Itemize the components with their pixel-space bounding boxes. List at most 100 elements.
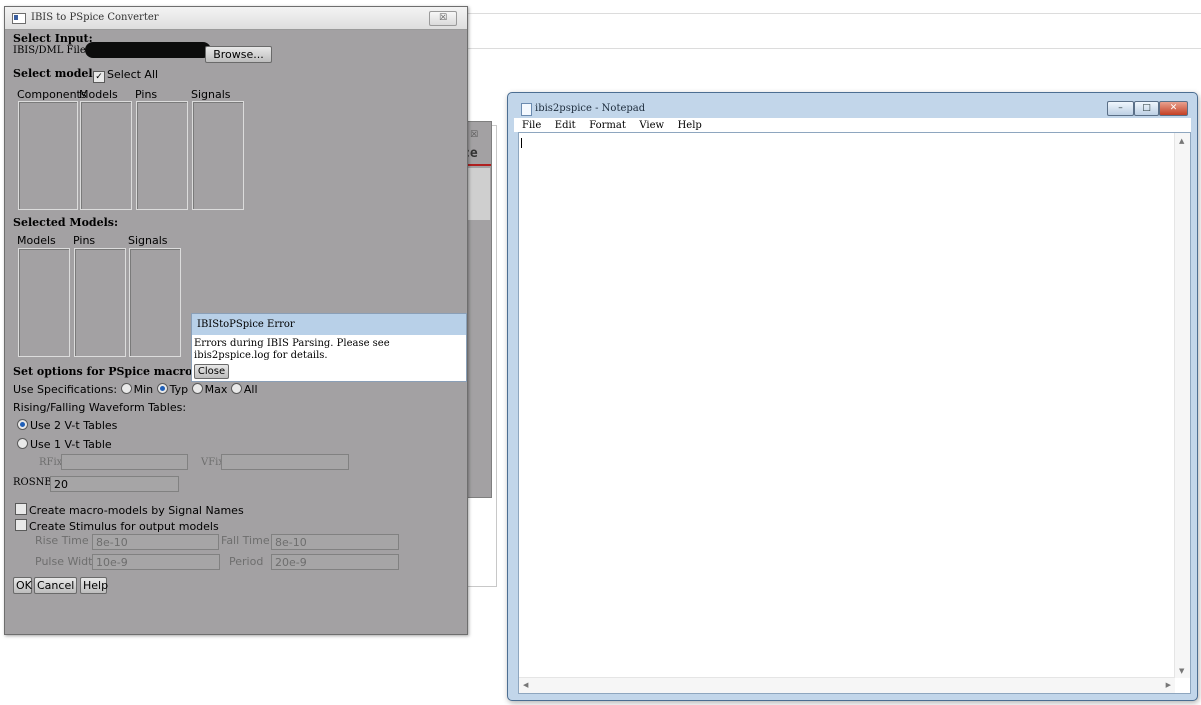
create-by-signal-label: Create macro-models by Signal Names: [29, 504, 244, 517]
radio-icon: [230, 383, 242, 394]
checkbox-icon: [15, 519, 27, 531]
spec-typ-label: Typ: [169, 383, 189, 396]
notepad-title-bar: ibis2pspice - Notepad – □ ✕: [508, 93, 1197, 117]
error-close-button[interactable]: Close: [194, 364, 229, 379]
select-input-header: Select Input:: [13, 32, 93, 45]
options-header: Set options for PSpice macro-mo: [13, 365, 216, 378]
use-specifications-row: Use Specifications: Min Typ Max All: [13, 383, 258, 396]
scroll-left-icon[interactable]: ◀: [523, 681, 528, 689]
selected-signals-list[interactable]: [129, 248, 181, 357]
notepad-text-area[interactable]: ▲ ▼ ◀ ▶: [518, 132, 1191, 694]
select-models-header: Select models:: [13, 67, 103, 80]
menu-format[interactable]: Format: [589, 119, 626, 133]
selected-pins-column-header: Pins: [73, 234, 96, 247]
radio-selected-icon: [17, 419, 28, 430]
browse-button[interactable]: Browse...: [205, 46, 272, 63]
spec-min-label: Min: [133, 383, 154, 396]
selected-models-header: Selected Models:: [13, 216, 119, 229]
fall-time-input[interactable]: 8e-10: [271, 534, 399, 550]
radio-icon: [191, 383, 203, 394]
signals-column-header: Signals: [191, 88, 231, 101]
pins-list[interactable]: [136, 101, 188, 210]
pulse-width-label: Pulse Width: [35, 555, 100, 568]
fall-time-label: Fall Time: [221, 534, 270, 547]
period-label: Period: [229, 555, 264, 568]
checkbox-icon: [15, 503, 27, 515]
ibis-title-bar: IBIS to PSpice Converter ☒: [5, 7, 467, 30]
rosnb-label: ROSNB: [13, 477, 52, 488]
text-caret: [521, 138, 522, 148]
scroll-up-icon[interactable]: ▲: [1179, 137, 1184, 145]
select-all-label: Select All: [107, 68, 159, 81]
menu-help[interactable]: Help: [678, 119, 702, 133]
select-all-checkbox[interactable]: ✓ Select All: [93, 68, 158, 83]
cancel-button[interactable]: Cancel: [34, 577, 77, 594]
notepad-title: ibis2pspice - Notepad: [535, 103, 646, 114]
selected-signals-column-header: Signals: [128, 234, 168, 247]
waveform-tables-label: Rising/Falling Waveform Tables:: [13, 401, 187, 414]
components-column-header: Components: [17, 88, 87, 101]
background-separator: [466, 48, 1201, 49]
radio-selected-icon: [156, 383, 168, 394]
checkbox-checked-icon: ✓: [93, 71, 105, 83]
spec-all-radio[interactable]: All: [230, 383, 258, 396]
models-list[interactable]: [80, 101, 132, 210]
components-list[interactable]: [18, 101, 78, 210]
create-stimulus-label: Create Stimulus for output models: [29, 520, 219, 533]
rosnb-input[interactable]: 20: [50, 476, 179, 492]
pulse-width-input[interactable]: 10e-9: [92, 554, 220, 570]
use-2-vt-tables-radio[interactable]: Use 2 V-t Tables: [17, 419, 117, 432]
spec-all-label: All: [243, 383, 258, 396]
spec-typ-radio[interactable]: Typ: [156, 383, 189, 396]
background-window-close-icon[interactable]: ☒: [470, 130, 478, 140]
ok-button[interactable]: OK: [13, 577, 32, 594]
selected-models-list[interactable]: [18, 248, 70, 357]
period-input[interactable]: 20e-9: [271, 554, 399, 570]
redacted-file-path: [85, 42, 211, 58]
notepad-menu-bar: File Edit Format View Help: [514, 118, 1191, 132]
radio-icon: [17, 438, 28, 449]
error-dialog: IBIStoPSpice Error Errors during IBIS Pa…: [191, 313, 467, 382]
spec-min-radio[interactable]: Min: [120, 383, 154, 396]
spec-max-label: Max: [204, 383, 228, 396]
menu-view[interactable]: View: [639, 119, 664, 133]
selected-models-column-header: Models: [17, 234, 56, 247]
close-button[interactable]: ✕: [1159, 101, 1188, 116]
create-stimulus-checkbox[interactable]: Create Stimulus for output models: [15, 519, 219, 533]
use-specifications-label: Use Specifications:: [13, 383, 118, 396]
use-1-vt-table-radio[interactable]: Use 1 V-t Table: [17, 438, 112, 451]
horizontal-scrollbar[interactable]: ◀ ▶: [519, 677, 1175, 693]
scroll-down-icon[interactable]: ▼: [1179, 667, 1184, 675]
vertical-scrollbar[interactable]: ▲ ▼: [1174, 133, 1190, 678]
signals-list[interactable]: [192, 101, 244, 210]
pins-column-header: Pins: [135, 88, 158, 101]
rise-time-label: Rise Time: [35, 534, 89, 547]
vfix-input[interactable]: [221, 454, 349, 470]
ibis-converter-window: IBIS to PSpice Converter ☒ Select Input:…: [4, 6, 468, 635]
rfix-input[interactable]: [61, 454, 188, 470]
spec-max-radio[interactable]: Max: [191, 383, 228, 396]
ibis-window-title: IBIS to PSpice Converter: [31, 12, 159, 23]
minimize-button[interactable]: –: [1107, 101, 1134, 116]
rise-time-input[interactable]: 8e-10: [92, 534, 219, 550]
use-1-vt-table-label: Use 1 V-t Table: [30, 438, 112, 451]
scroll-right-icon[interactable]: ▶: [1166, 681, 1171, 689]
notepad-icon: [521, 103, 532, 116]
radio-icon: [120, 383, 132, 394]
notepad-window: ibis2pspice - Notepad – □ ✕ File Edit Fo…: [507, 92, 1198, 701]
error-dialog-title: IBIStoPSpice Error: [192, 314, 466, 335]
menu-file[interactable]: File: [522, 119, 541, 133]
menu-edit[interactable]: Edit: [555, 119, 576, 133]
window-icon: [12, 13, 26, 24]
maximize-button[interactable]: □: [1134, 101, 1159, 116]
rfix-label: RFix: [39, 457, 63, 468]
create-by-signal-checkbox[interactable]: Create macro-models by Signal Names: [15, 503, 244, 517]
error-message: Errors during IBIS Parsing. Please see i…: [194, 338, 390, 361]
ibis-close-button[interactable]: ☒: [429, 11, 457, 26]
models-column-header: Models: [79, 88, 118, 101]
help-button[interactable]: Help: [80, 577, 108, 594]
selected-pins-list[interactable]: [74, 248, 126, 357]
background-separator: [466, 13, 1201, 14]
use-2-vt-tables-label: Use 2 V-t Tables: [30, 419, 118, 432]
ibis-file-label: IBIS/DML File: [13, 45, 86, 56]
